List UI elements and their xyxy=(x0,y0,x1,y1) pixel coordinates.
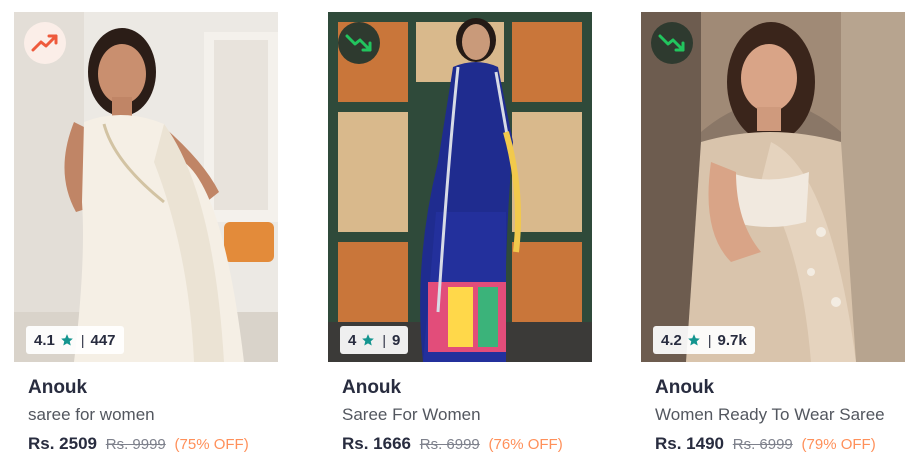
rating-count: 447 xyxy=(90,331,116,349)
selling-price: Rs. 1490 xyxy=(655,434,724,453)
discount-label: (79% OFF) xyxy=(801,436,876,453)
original-price: Rs. 9999 xyxy=(105,436,166,453)
rating-divider: | xyxy=(80,332,85,348)
selling-price: Rs. 1666 xyxy=(342,434,411,453)
rating-value: 4.2 xyxy=(661,331,682,349)
product-description: Saree For Women xyxy=(342,405,481,424)
rating-divider: | xyxy=(382,332,386,348)
product-description: Women Ready To Wear Saree xyxy=(655,405,885,424)
product-brand: Anouk xyxy=(342,377,402,398)
product-brand: Anouk xyxy=(655,377,715,398)
product-description: saree for women xyxy=(28,405,155,424)
rating-count: 9.7k xyxy=(717,331,747,349)
star-icon xyxy=(361,333,375,347)
trending-down-icon xyxy=(338,22,380,64)
discount-label: (76% OFF) xyxy=(488,436,563,453)
rating-divider: | xyxy=(707,332,712,348)
product-card[interactable]: 4 | 9 Anouk Saree For Women Rs. 1666 Rs.… xyxy=(328,12,592,466)
product-image[interactable]: 4.2 | 9.7k xyxy=(641,12,905,362)
rating-value: 4 xyxy=(348,331,357,349)
product-brand: Anouk xyxy=(28,377,88,398)
trending-up-icon xyxy=(24,22,66,64)
product-card[interactable]: 4.2 | 9.7k Anouk Women Ready To Wear Sar… xyxy=(641,12,905,466)
product-image[interactable]: 4 | 9 xyxy=(328,12,592,362)
original-price: Rs. 6999 xyxy=(419,436,480,453)
price-row: Rs. 2509 Rs. 9999 (75% OFF) xyxy=(28,434,249,454)
rating-badge: 4.1 | 447 xyxy=(26,326,124,354)
product-image[interactable]: 4.1 | 447 xyxy=(14,12,278,362)
star-icon xyxy=(60,333,74,347)
rating-count: 9 xyxy=(391,331,401,349)
price-row: Rs. 1666 Rs. 6999 (76% OFF) xyxy=(342,434,563,454)
trending-down-icon xyxy=(651,22,693,64)
product-card[interactable]: 4.1 | 447 Anouk saree for women Rs. 2509… xyxy=(14,12,278,466)
rating-badge: 4.2 | 9.7k xyxy=(653,326,755,354)
selling-price: Rs. 2509 xyxy=(28,434,97,453)
discount-label: (75% OFF) xyxy=(174,436,249,453)
star-icon xyxy=(687,333,701,347)
rating-badge: 4 | 9 xyxy=(340,326,409,354)
rating-value: 4.1 xyxy=(34,331,55,349)
original-price: Rs. 6999 xyxy=(732,436,793,453)
price-row: Rs. 1490 Rs. 6999 (79% OFF) xyxy=(655,434,876,454)
